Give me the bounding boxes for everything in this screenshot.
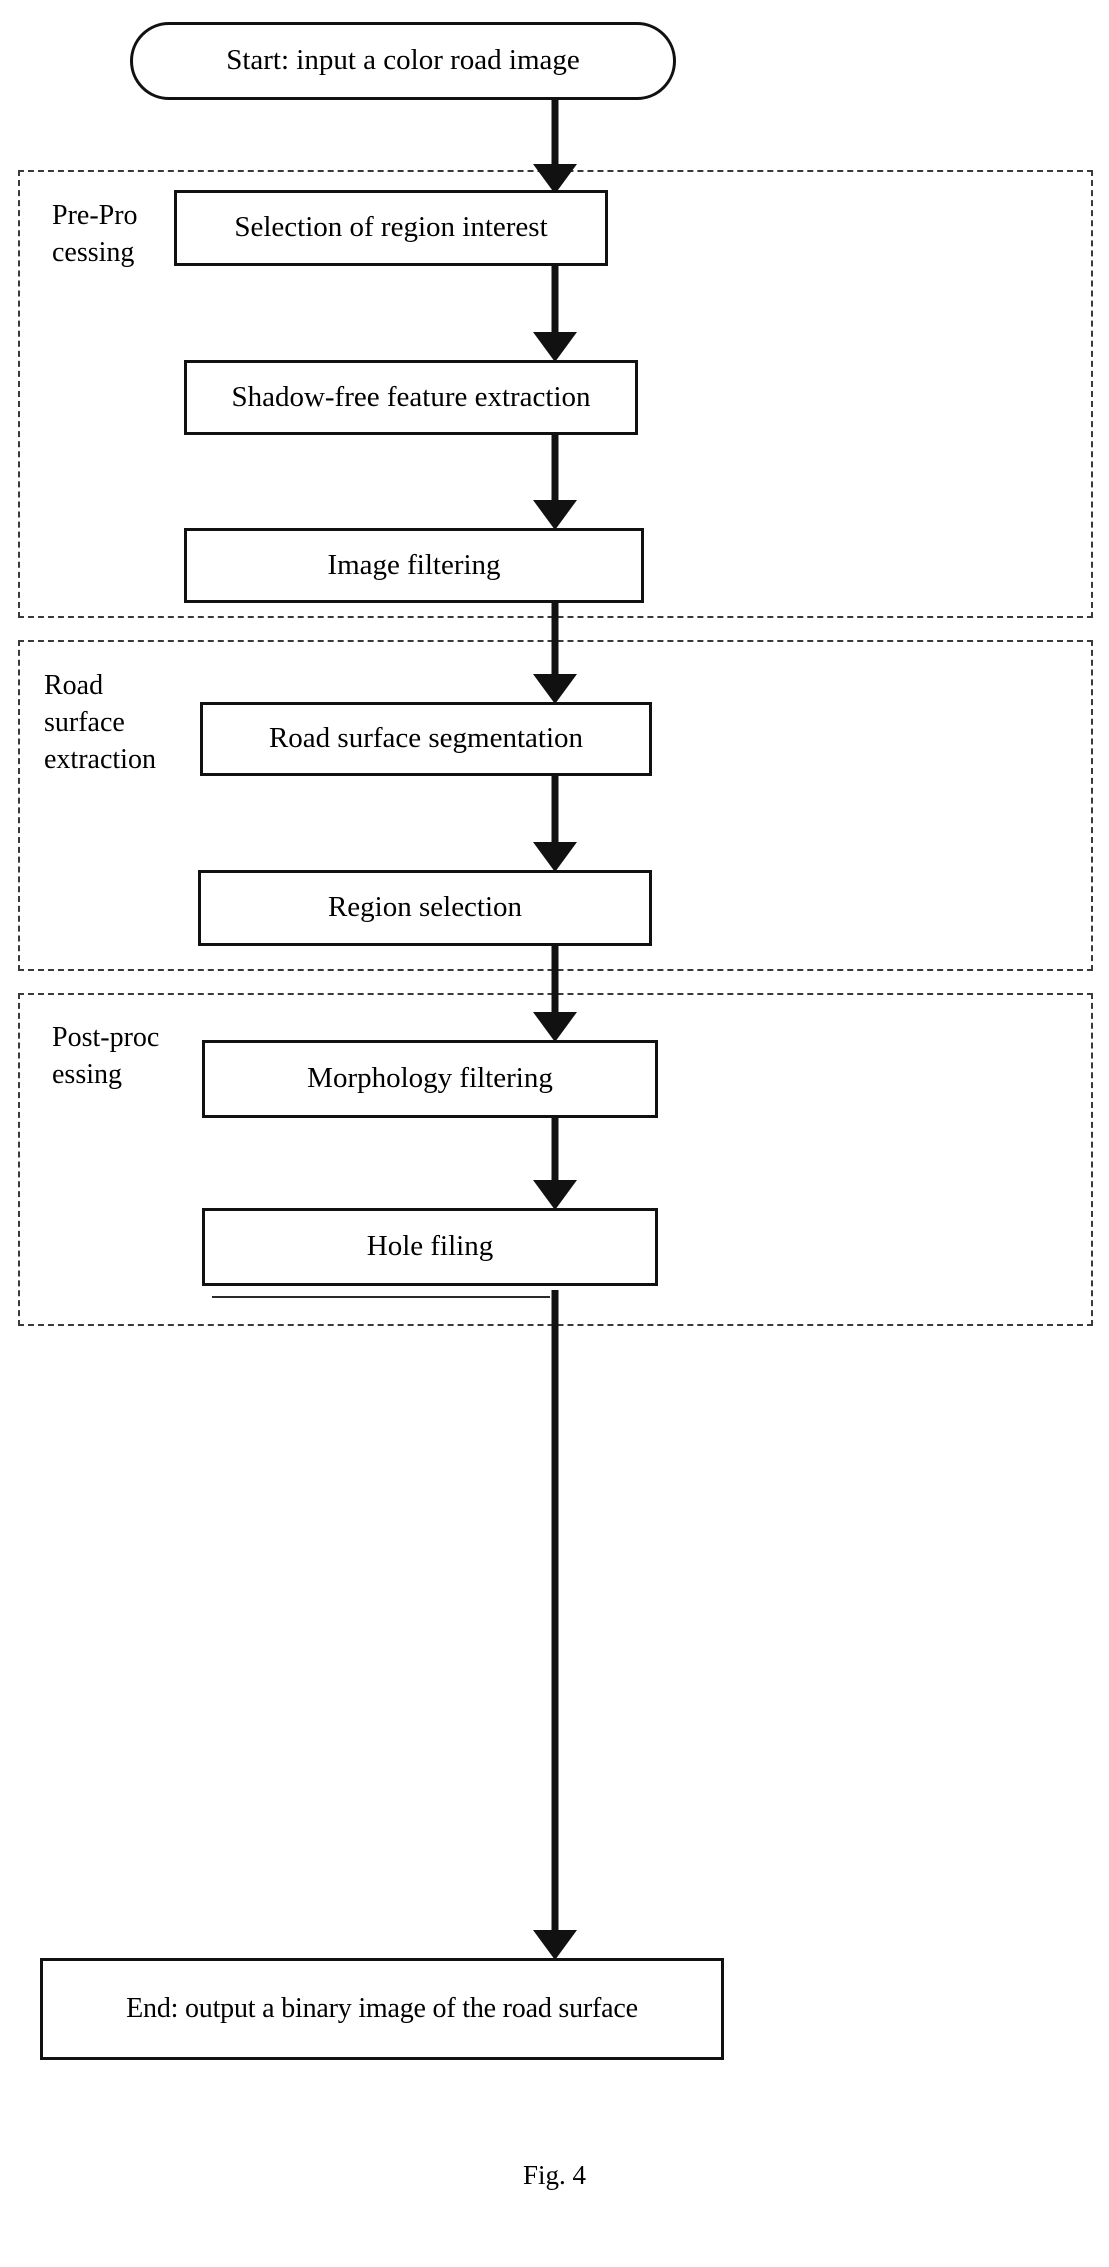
node-morphology-filtering[interactable]: Morphology filtering: [202, 1040, 658, 1118]
node-hole-filing[interactable]: Hole filing: [202, 1208, 658, 1286]
connector-filter-to-segmentation: [533, 603, 577, 704]
node-hole-filing-underline-artifact: [212, 1296, 550, 1298]
connector-morphology-to-hole: [533, 1118, 577, 1210]
node-selection-of-region-interest[interactable]: Selection of region interest: [174, 190, 608, 266]
node-start[interactable]: Start: input a color road image: [130, 22, 676, 100]
node-label: Road surface segmentation: [268, 722, 584, 755]
connector-arrows: [533, 100, 577, 1960]
node-region-selection[interactable]: Region selection: [198, 870, 652, 946]
connector-segmentation-to-region: [533, 776, 577, 872]
node-end-label: End: output a binary image of the road s…: [126, 1992, 638, 2024]
node-shadow-free-feature-extraction[interactable]: Shadow-free feature extraction: [184, 360, 638, 435]
node-label: Hole filing: [366, 1230, 494, 1263]
node-label: Selection of region interest: [234, 211, 548, 244]
connector-shadow-to-filter: [533, 435, 577, 530]
node-label: Shadow-free feature extraction: [231, 380, 591, 413]
figure-caption: Fig. 4: [522, 2160, 587, 2190]
node-label: Region selection: [327, 891, 523, 924]
node-label: Image filtering: [327, 548, 501, 581]
connector-roi-to-shadow: [533, 266, 577, 362]
node-road-surface-segmentation[interactable]: Road surface segmentation: [200, 702, 652, 776]
node-start-label: Start: input a color road image: [226, 44, 580, 77]
connector-region-to-morphology: [533, 946, 577, 1042]
node-image-filtering[interactable]: Image filtering: [184, 528, 644, 603]
connector-start-to-roi: [533, 100, 577, 194]
node-label: Morphology filtering: [307, 1062, 553, 1095]
figure-canvas: Pre-Pro cessing Road surface extraction …: [0, 0, 1109, 2267]
connector-hole-to-end: [533, 1290, 577, 1960]
node-end[interactable]: End: output a binary image of the road s…: [40, 1958, 724, 2060]
